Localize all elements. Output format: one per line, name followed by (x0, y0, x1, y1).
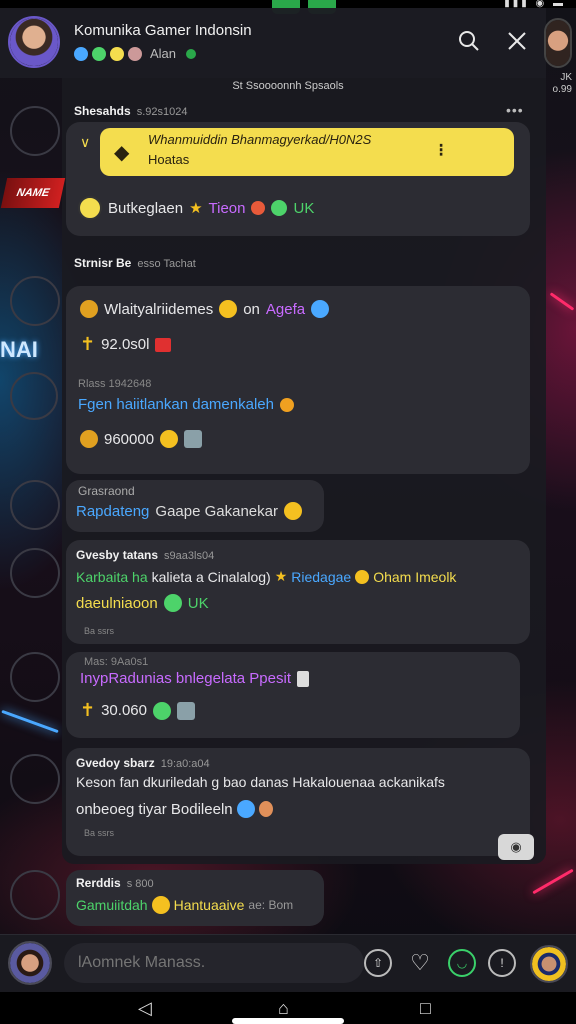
message-text: ✝ 30.060 (80, 700, 195, 721)
sender-avatar[interactable] (10, 480, 60, 530)
emoji-icon (258, 801, 273, 817)
sender-avatar[interactable] (10, 870, 60, 920)
sender-name: Rerddis s 800 (76, 876, 154, 890)
message-composer: ⇧ ♡ ◡ ! (0, 934, 576, 992)
message-text: daeulniaoon UK (76, 594, 209, 612)
profile-avatar[interactable] (530, 945, 568, 983)
sender-avatar[interactable] (10, 372, 58, 420)
home-icon[interactable]: ⌂ (278, 998, 289, 1019)
heart-icon[interactable]: ♡ (406, 949, 434, 977)
chat-subtitle: Alan (74, 46, 197, 61)
gold-icon (80, 430, 98, 448)
sender-avatar[interactable] (10, 106, 60, 156)
chat-header: Komunika Gamer Indonsin Alan (0, 8, 546, 78)
member-icon (128, 46, 142, 61)
emoji-icon (160, 430, 179, 448)
message-text: InypRadunias bnlegelata Ppesit (80, 670, 309, 687)
sender-name: Gvedoy sbarz 19:a0:a04 (76, 756, 210, 770)
sender-name: Grasraond (78, 484, 135, 498)
game-logo: NAI (0, 337, 38, 362)
more-options-icon[interactable]: ••• (506, 102, 524, 118)
sender-avatar[interactable] (10, 548, 60, 598)
emoji-icon (279, 397, 294, 412)
badge-icon (78, 196, 102, 220)
online-icon (186, 48, 197, 59)
emoji-icon[interactable]: ◡ (448, 949, 476, 977)
info-icon[interactable]: ! (488, 949, 516, 977)
sword-icon: ✝ (80, 334, 96, 354)
game-logo: NAME (0, 178, 66, 208)
chevron-down-icon[interactable]: ∨ (80, 134, 90, 151)
message-text: Wlaityalriidemes on Agefa (80, 300, 330, 318)
status-text: Alan (150, 46, 177, 61)
close-icon[interactable] (504, 30, 530, 56)
sender-avatar[interactable] (10, 754, 60, 804)
user-avatar[interactable] (8, 941, 52, 985)
member-icon (110, 46, 124, 61)
chat-title: Komunika Gamer Indonsin (74, 22, 252, 39)
member-icon (92, 46, 106, 61)
message-meta: Ba ssrs (84, 828, 115, 838)
message-meta: Rlass 1942648 (78, 378, 152, 390)
date-caption: Ѕt Ѕsoooonnh Ѕpsaols (232, 80, 344, 92)
emoji-icon (152, 701, 171, 720)
emoji-icon (251, 201, 266, 215)
message-meta: Ba ssrs (84, 626, 115, 636)
sender-name: Strnisr Be esso Tachat (74, 256, 196, 270)
search-icon[interactable] (456, 30, 482, 56)
emoji-icon (311, 300, 330, 318)
message-text: ✝ 92.0s0l (80, 334, 172, 355)
emoji-icon (283, 502, 302, 520)
recents-icon[interactable]: □ (420, 998, 431, 1019)
sender-avatar[interactable] (10, 652, 60, 702)
group-avatar[interactable] (8, 16, 60, 68)
document-icon (296, 670, 309, 687)
diamond-icon: ◆ (114, 142, 130, 164)
message-input[interactable] (64, 943, 364, 983)
message-text: Butkeglaen ★ Tieon UK (78, 196, 314, 220)
message-text: Fgen haiitlankan damenkaleh (78, 396, 294, 413)
sender-name: Shesahds s.92s1024 (74, 104, 188, 118)
sword-icon: ✝ (80, 700, 96, 720)
star-icon: ★ (274, 568, 288, 584)
home-indicator (232, 1018, 344, 1024)
emoji-icon (151, 896, 170, 914)
message-text: 960000 (80, 430, 203, 448)
emoji-icon (355, 569, 370, 584)
message-text: onbeoeg tiyar Bodileeln (76, 800, 273, 818)
sender-avatar[interactable] (10, 276, 60, 326)
emoji-icon (219, 300, 238, 318)
scroll-to-bottom-button[interactable]: ◉ (498, 834, 534, 860)
cash-icon (184, 430, 203, 448)
emoji-icon (271, 200, 288, 216)
message-text: Keson fan dkuriledah g bao danas Hakalou… (76, 774, 445, 790)
emoji-icon (236, 800, 255, 818)
back-icon[interactable]: ◁ (138, 998, 152, 1019)
side-avatar (544, 18, 572, 68)
status-bar: ▮▮▮ ◉ ▬ (0, 0, 576, 14)
sender-name: Gvesby tatans s9aa3ls04 (76, 548, 215, 562)
member-icon (74, 46, 88, 61)
cash-icon (176, 701, 195, 720)
more-icon: ⁝ (438, 140, 444, 160)
flag-icon (155, 337, 172, 352)
message-text: Gamuiitdah Hantuaaive ae: Bom (76, 896, 294, 914)
emoji-icon (163, 594, 182, 612)
message-meta: Mas: 9Aa0s1 (84, 656, 149, 668)
quoted-reply[interactable]: ◆ Whanmuiddin Bhanmagyerkad/H0N2S Hoatas… (100, 128, 514, 176)
attach-icon[interactable]: ⇧ (364, 949, 392, 977)
trophy-icon (80, 300, 98, 318)
message-text: Karbaita ha kalieta a Cinalalog) ★ Rieda… (76, 568, 457, 585)
star-icon: ★ (189, 200, 203, 217)
message-text: Rapdateng Gaape Gakanekar (76, 502, 302, 520)
